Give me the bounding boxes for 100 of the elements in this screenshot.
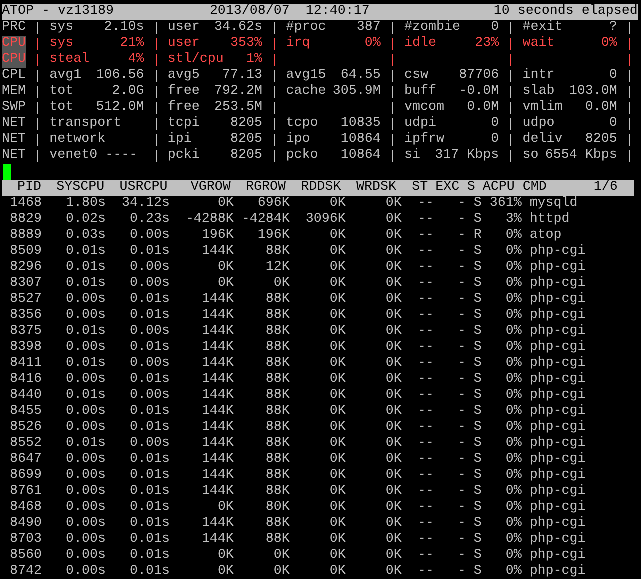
- metric-label: pcki: [168, 148, 200, 164]
- table-cell-text: 0.01s: [128, 404, 170, 420]
- table-cell-text: 0K: [328, 260, 346, 276]
- table-cell-text: 8411: [8, 356, 42, 372]
- table-cell-text: 88K: [264, 244, 290, 260]
- table-cell-text: 0.01s: [64, 324, 106, 340]
- table-cell-text: 0.00s: [64, 532, 106, 548]
- table-cell-text: -: [456, 292, 466, 308]
- table-cell-text: -: [456, 196, 466, 212]
- table-cell-text: php-cgi: [528, 452, 587, 468]
- table-cell-text: --: [416, 564, 434, 579]
- table-cell-text: -: [456, 532, 466, 548]
- table-cell-text: 1.80s: [64, 196, 106, 212]
- metric-value: 64.55: [340, 68, 381, 84]
- table-cell-text: 0K: [384, 532, 402, 548]
- metric-label: #exit: [522, 20, 563, 36]
- table-cell-text: 0%: [504, 500, 522, 516]
- table-cell-text: 0.00s: [64, 292, 106, 308]
- metric-value: 317 Kbps: [435, 148, 500, 164]
- metric-label: idle: [404, 36, 436, 52]
- row-label: NET: [2, 132, 26, 148]
- table-cell-text: 88K: [264, 324, 290, 340]
- table-cell-text: 0K: [328, 420, 346, 436]
- table-cell-text: mysqld: [528, 196, 579, 212]
- metric-label: csw: [404, 68, 428, 84]
- table-cell-text: 144K: [200, 356, 234, 372]
- table-cell-text: 0K: [384, 212, 402, 228]
- table-cell-text: 0.01s: [64, 276, 106, 292]
- metric-value: 10864: [340, 148, 381, 164]
- metric-label: udpo: [522, 116, 555, 132]
- table-cell-text: 88K: [264, 340, 290, 356]
- table-cell-text: -: [456, 388, 466, 404]
- table-cell-text: 8468: [8, 500, 42, 516]
- table-cell-text: 0K: [384, 484, 402, 500]
- elapsed-text: 10 seconds elapsed: [494, 4, 638, 20]
- table-cell-text: 0K: [384, 260, 402, 276]
- table-cell-text: 0K: [384, 228, 402, 244]
- date-text: 2013/08/07: [210, 4, 290, 20]
- table-cell-text: 0%: [504, 420, 522, 436]
- table-cell-text: 88K: [264, 388, 290, 404]
- metric-label: irq: [286, 36, 310, 52]
- table-cell-text: S: [472, 564, 482, 579]
- table-cell-text: 0%: [504, 244, 522, 260]
- table-cell-text: 0K: [384, 420, 402, 436]
- table-cell-text: 8703: [8, 532, 42, 548]
- metric-label: avg1: [50, 68, 82, 84]
- metric-label: wait: [522, 36, 555, 52]
- table-cell-text: 0%: [504, 324, 522, 340]
- metric-label: intr: [522, 68, 555, 84]
- metric-value: 8205: [230, 132, 263, 148]
- table-cell-text: 88K: [264, 468, 290, 484]
- table-cell-text: 0.01s: [128, 548, 170, 564]
- table-cell-text: php-cgi: [528, 404, 587, 420]
- table-cell-text: 0.01s: [128, 532, 170, 548]
- table-cell-text: 8699: [8, 468, 42, 484]
- table-cell-text: 144K: [200, 244, 234, 260]
- metric-value: 8205: [585, 132, 618, 148]
- table-cell-text: 0.01s: [128, 500, 170, 516]
- interface-label: network: [50, 132, 106, 147]
- table-cell-text: 0%: [504, 372, 522, 388]
- metric-value: 0.0M: [467, 100, 500, 116]
- table-cell-text: 144K: [200, 372, 234, 388]
- metric-value: 0: [609, 116, 618, 132]
- table-cell-text: --: [416, 244, 434, 260]
- metric-label: si: [404, 148, 420, 164]
- table-cell-text: php-cgi: [528, 484, 587, 500]
- table-cell-text: S: [472, 420, 482, 436]
- metric-label: tot: [50, 100, 74, 116]
- metric-value: 10864: [340, 132, 381, 148]
- table-cell-text: -: [456, 324, 466, 340]
- table-cell-text: 0K: [328, 196, 346, 212]
- table-cell-text: --: [416, 532, 434, 548]
- table-cell-text: --: [416, 452, 434, 468]
- table-cell-text: 0.00s: [128, 324, 170, 340]
- interface-label: transport: [50, 116, 122, 131]
- row-label: SWP: [2, 100, 26, 116]
- table-cell-text: 8398: [8, 340, 42, 356]
- table-cell-text: 0%: [504, 484, 522, 500]
- table-cell-text: -: [456, 212, 466, 228]
- table-cell-text: -: [456, 468, 466, 484]
- metric-value: 0%: [364, 36, 381, 52]
- table-cell-text: 696K: [256, 196, 290, 212]
- table-cell-text: 0K: [216, 276, 234, 292]
- table-cell-text: 0%: [504, 548, 522, 564]
- table-cell-text: 0K: [328, 372, 346, 388]
- row-label: CPL: [2, 68, 26, 84]
- table-cell-text: php-cgi: [528, 276, 587, 292]
- table-cell-text: S: [472, 500, 482, 516]
- row-label: NET: [2, 148, 26, 164]
- table-cell-text: S: [472, 468, 482, 484]
- table-cell-text: 144K: [200, 452, 234, 468]
- table-cell-text: php-cgi: [528, 500, 587, 516]
- table-cell-text: php-cgi: [528, 324, 587, 340]
- table-cell-text: 0K: [216, 564, 234, 579]
- table-cell-text: php-cgi: [528, 564, 587, 579]
- row-label: MEM: [2, 84, 26, 100]
- text-cursor: [3, 164, 11, 180]
- metric-value: 0: [609, 68, 618, 84]
- table-cell-text: 0.01s: [128, 372, 170, 388]
- table-cell-text: 0%: [504, 468, 522, 484]
